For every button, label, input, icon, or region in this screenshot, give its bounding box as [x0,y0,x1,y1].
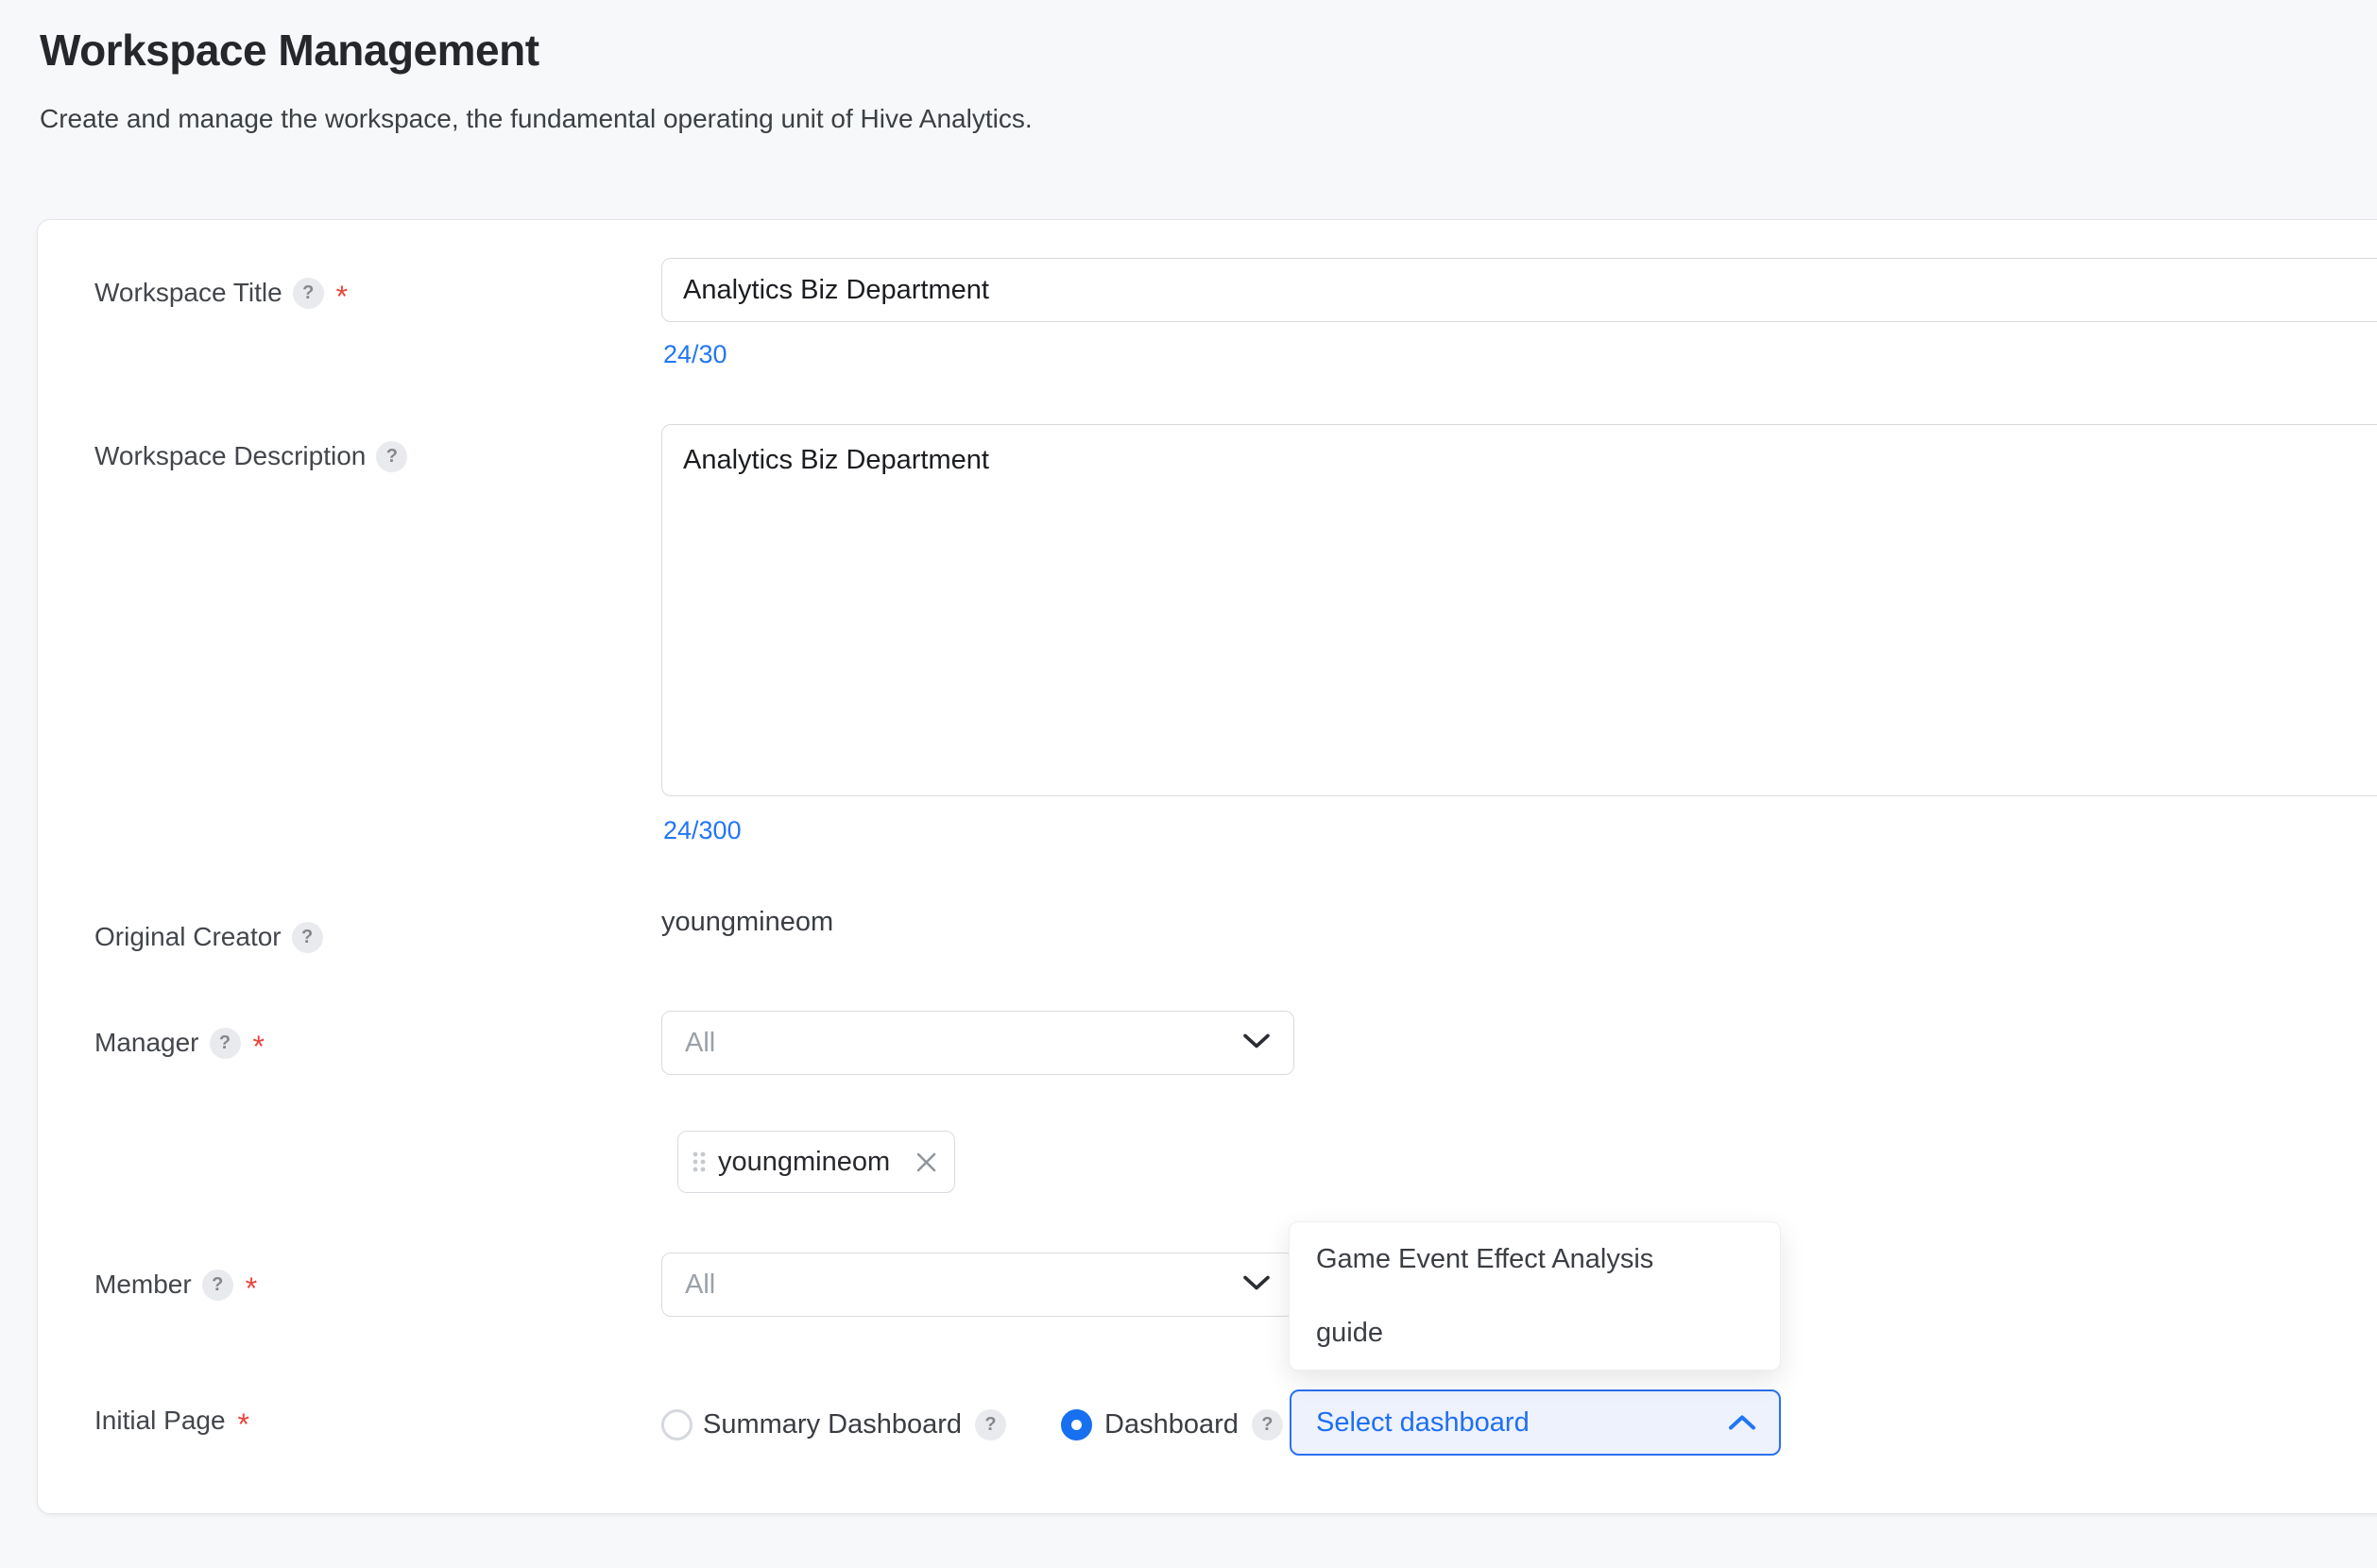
required-asterisk: * [253,1031,265,1062]
help-icon[interactable]: ? [376,441,407,472]
manager-select-placeholder: All [685,1028,1242,1059]
page-title: Workspace Management [40,25,539,76]
page-subtitle: Create and manage the workspace, the fun… [40,104,1033,134]
help-icon[interactable]: ? [292,922,323,953]
select-dashboard-placeholder: Select dashboard [1316,1407,1728,1439]
radio-dashboard-label[interactable]: Dashboard [1104,1409,1239,1440]
help-icon[interactable]: ? [975,1409,1006,1440]
dropdown-option-guide[interactable]: guide [1290,1296,1780,1370]
workspace-management-page: Workspace Management Create and manage t… [0,0,2377,1568]
radio-dashboard[interactable] [1061,1409,1092,1440]
initial-page-radio-group: Summary Dashboard ? Dashboard ? [661,1407,1283,1441]
dashboard-options-dropdown: Game Event Effect Analysis guide [1289,1221,1781,1371]
original-creator-label: Original Creator [94,922,282,952]
radio-summary-dashboard[interactable] [661,1409,693,1440]
manager-select[interactable]: All [661,1011,1294,1075]
member-select[interactable]: All [661,1253,1294,1317]
workspace-title-label-group: Workspace Title ? * [94,276,348,310]
required-asterisk: * [246,1273,257,1304]
help-icon[interactable]: ? [210,1028,241,1059]
initial-page-label-group: Initial Page * [94,1404,249,1438]
required-asterisk: * [336,281,348,312]
original-creator-label-group: Original Creator ? [94,920,323,954]
radio-summary-dashboard-label[interactable]: Summary Dashboard [703,1409,962,1440]
help-icon[interactable]: ? [1252,1409,1283,1440]
chevron-down-icon [1242,1274,1271,1296]
manager-tag-chip: youngmineom [677,1131,955,1193]
member-label-group: Member ? * [94,1268,257,1302]
initial-page-label: Initial Page [94,1406,226,1436]
member-select-placeholder: All [685,1270,1242,1301]
workspace-description-label-group: Workspace Description ? [94,439,407,473]
original-creator-value: youngmineom [661,907,833,938]
remove-tag-icon[interactable] [914,1150,939,1175]
workspace-title-input[interactable] [661,258,2377,322]
manager-label-group: Manager ? * [94,1026,265,1060]
workspace-form-card [37,219,2377,1514]
workspace-title-label: Workspace Title [94,278,282,308]
member-label: Member [94,1270,192,1300]
manager-tag-label: youngmineom [718,1147,902,1178]
workspace-description-textarea[interactable]: Analytics Biz Department [661,424,2377,796]
help-icon[interactable]: ? [202,1270,233,1301]
workspace-description-label: Workspace Description [94,441,366,471]
manager-label: Manager [94,1028,199,1058]
dropdown-option-game-event-effect-analysis[interactable]: Game Event Effect Analysis [1290,1222,1780,1296]
drag-handle-icon[interactable] [692,1150,707,1174]
select-dashboard-dropdown[interactable]: Select dashboard [1290,1389,1781,1456]
required-asterisk: * [238,1409,249,1440]
help-icon[interactable]: ? [293,278,324,309]
workspace-title-counter: 24/30 [663,340,727,369]
chevron-up-icon [1728,1414,1756,1431]
workspace-description-counter: 24/300 [663,816,742,845]
chevron-down-icon [1242,1032,1271,1054]
